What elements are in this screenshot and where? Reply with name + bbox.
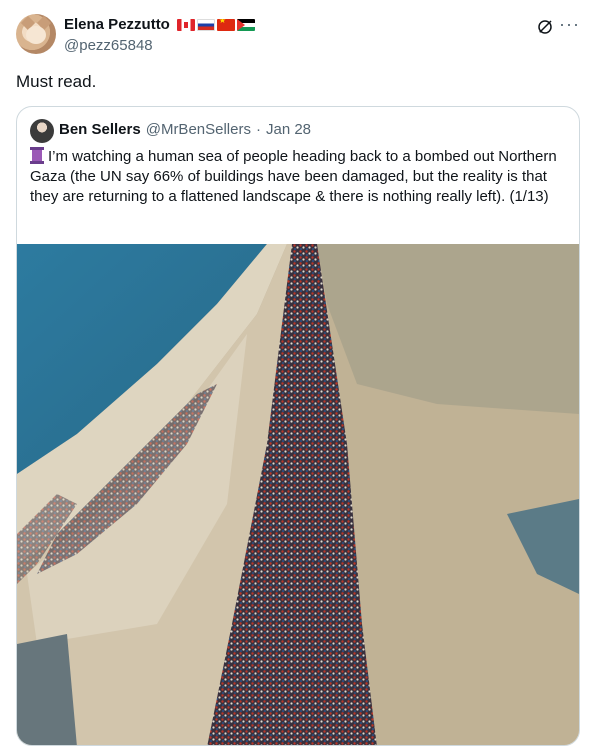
quoted-avatar[interactable] [30,119,54,143]
avatar[interactable] [16,14,56,54]
flag-emojis [176,18,255,31]
ps-flag-icon [236,18,255,31]
author-row: Elena Pezzutto [64,16,255,33]
meta-separator: · [255,121,261,138]
quoted-handle[interactable]: @MrBenSellers [146,121,251,138]
ca-flag-icon [176,18,195,31]
quoted-photo[interactable] [17,244,579,746]
author-handle[interactable]: @pezz65848 [64,37,153,54]
cn-flag-icon [216,18,235,31]
ru-flag-icon [196,18,215,31]
thread-spool-icon [30,147,44,164]
author-display-name[interactable]: Elena Pezzutto [64,16,170,33]
post-text: Must read. [16,72,97,91]
quoted-post-card[interactable]: Ben Sellers @MrBenSellers · Jan 28 I’m w… [16,106,580,746]
quoted-header: Ben Sellers @MrBenSellers · Jan 28 [59,121,311,138]
quoted-date[interactable]: Jan 28 [266,121,311,138]
quoted-text-block: I’m watching a human sea of people headi… [30,147,560,207]
more-options-icon[interactable]: ··· [559,14,580,35]
grok-icon[interactable] [536,18,554,36]
quoted-display-name[interactable]: Ben Sellers [59,121,141,138]
quoted-text: I’m watching a human sea of people headi… [30,148,557,205]
